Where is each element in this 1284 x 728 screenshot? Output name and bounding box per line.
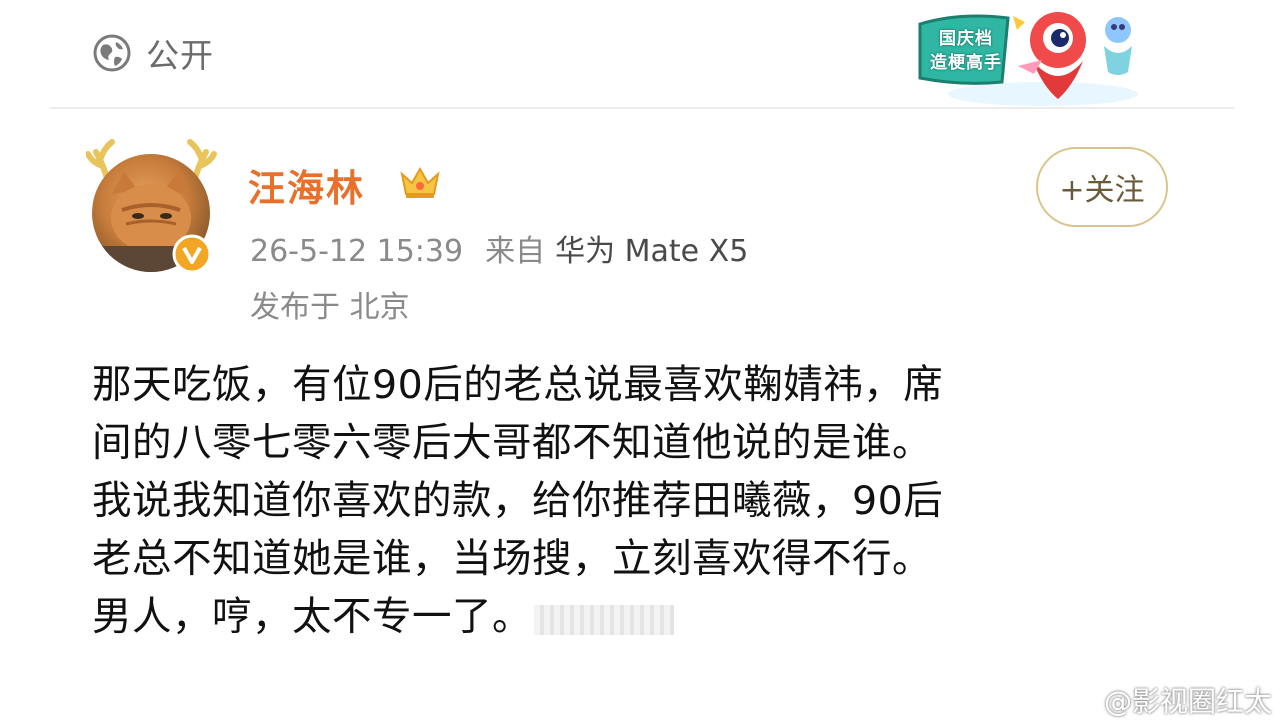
header-divider [50, 107, 1234, 109]
post-line-4: 老总不知道她是谁，当场搜，立刻喜欢得不行。 [92, 536, 932, 582]
post-line-2: 间的八零七零六零后大哥都不知道他说的是谁。 [92, 420, 932, 466]
author-name[interactable]: 汪海林 [248, 158, 365, 212]
globe-icon [93, 34, 131, 72]
watermark: @影视圈红太 [1064, 680, 1272, 720]
weibo-icon [1064, 687, 1097, 715]
device-name[interactable]: 华为 Mate X5 [555, 234, 748, 269]
post-line-5-wrap: 男人，哼，太不专一了。 [92, 588, 1202, 646]
visibility-row[interactable]: 公开 [92, 30, 214, 76]
author-avatar-wrapper[interactable] [86, 132, 226, 282]
sticker-line-2: 造梗高手 [930, 53, 1002, 73]
follow-button[interactable]: +关注 [1036, 147, 1168, 227]
post-location: 发布于 北京 [250, 290, 410, 325]
crown-icon [400, 166, 440, 198]
post-line-1: 那天吃饭，有位90后的老总说最喜欢鞠婧祎，席 [92, 362, 944, 408]
watermark-text: @影视圈红太 [1103, 685, 1272, 718]
source-prefix: 来自 [485, 234, 546, 269]
visibility-label: 公开 [146, 36, 214, 75]
post-meta: 26-5-12 15:39 来自 华为 Mate X5 [250, 226, 748, 270]
post-body: 那天吃饭，有位90后的老总说最喜欢鞠婧祎，席 间的八零七零六零后大哥都不知道他说… [92, 356, 1202, 646]
verified-v-icon [172, 234, 212, 274]
post-line-3: 我说我知道你喜欢的款，给你推荐田曦薇，90后 [92, 478, 944, 524]
post-line-5: 男人，哼，太不专一了。 [92, 594, 532, 640]
holiday-sticker: 国庆档 造梗高手 [908, 6, 1148, 110]
sticker-line-1: 国庆档 [939, 29, 993, 49]
post-timestamp: 26-5-12 15:39 [250, 234, 464, 269]
redaction-mask [534, 604, 674, 635]
